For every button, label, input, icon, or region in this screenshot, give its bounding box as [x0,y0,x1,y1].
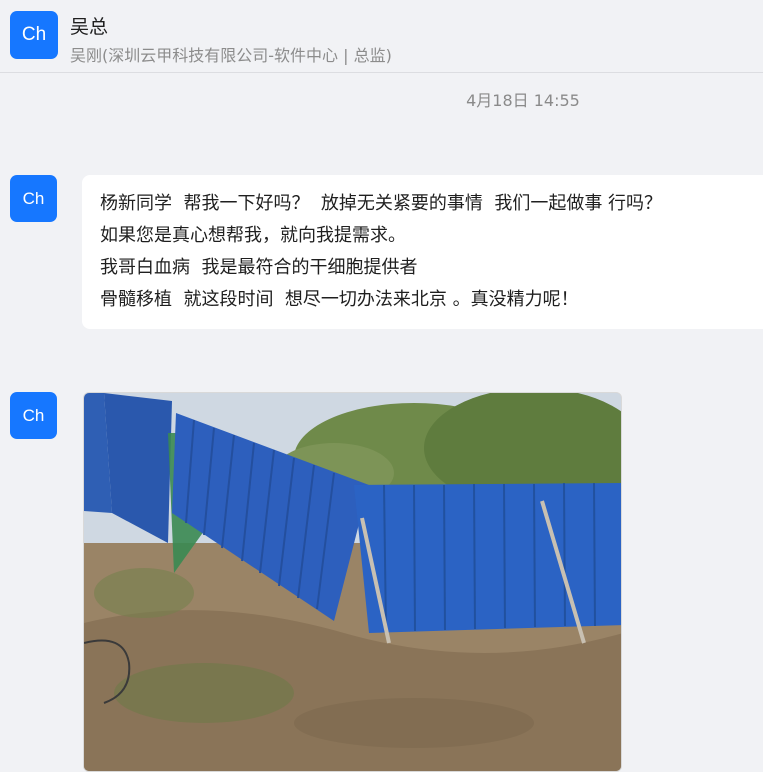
sender-avatar[interactable]: Ch [10,175,57,222]
chat-header: Ch 吴总 吴刚(深圳云甲科技有限公司-软件中心 | 总监) [0,0,763,73]
contact-subtitle: 吴刚(深圳云甲科技有限公司-软件中心 | 总监) [70,46,392,65]
sender-avatar[interactable]: Ch [10,392,57,439]
avatar-text: Ch [22,188,45,208]
photo-blue-fence [84,393,621,771]
message-line: 杨新同学 帮我一下好吗？ 放掉无关紧要的事情 我们一起做事 行吗？ [100,193,663,214]
contact-name[interactable]: 吴总 [70,12,108,39]
avatar-text: Ch [21,24,47,45]
message-bubble[interactable]: 杨新同学 帮我一下好吗？ 放掉无关紧要的事情 我们一起做事 行吗？ 如果您是真心… [82,175,763,329]
image-message[interactable] [83,392,622,772]
message-line: 我哥白血病 我是最符合的干细胞提供者 [100,257,418,278]
message-line: 骨髓移植 就这段时间 想尽一切办法来北京 。真没精力呢！ [100,289,579,310]
contact-avatar[interactable]: Ch [10,11,58,59]
message-timestamp: 4月18日 14:55 [466,91,580,110]
message-line: 如果您是真心想帮我，就向我提需求。 [100,225,406,246]
avatar-text: Ch [22,405,45,425]
